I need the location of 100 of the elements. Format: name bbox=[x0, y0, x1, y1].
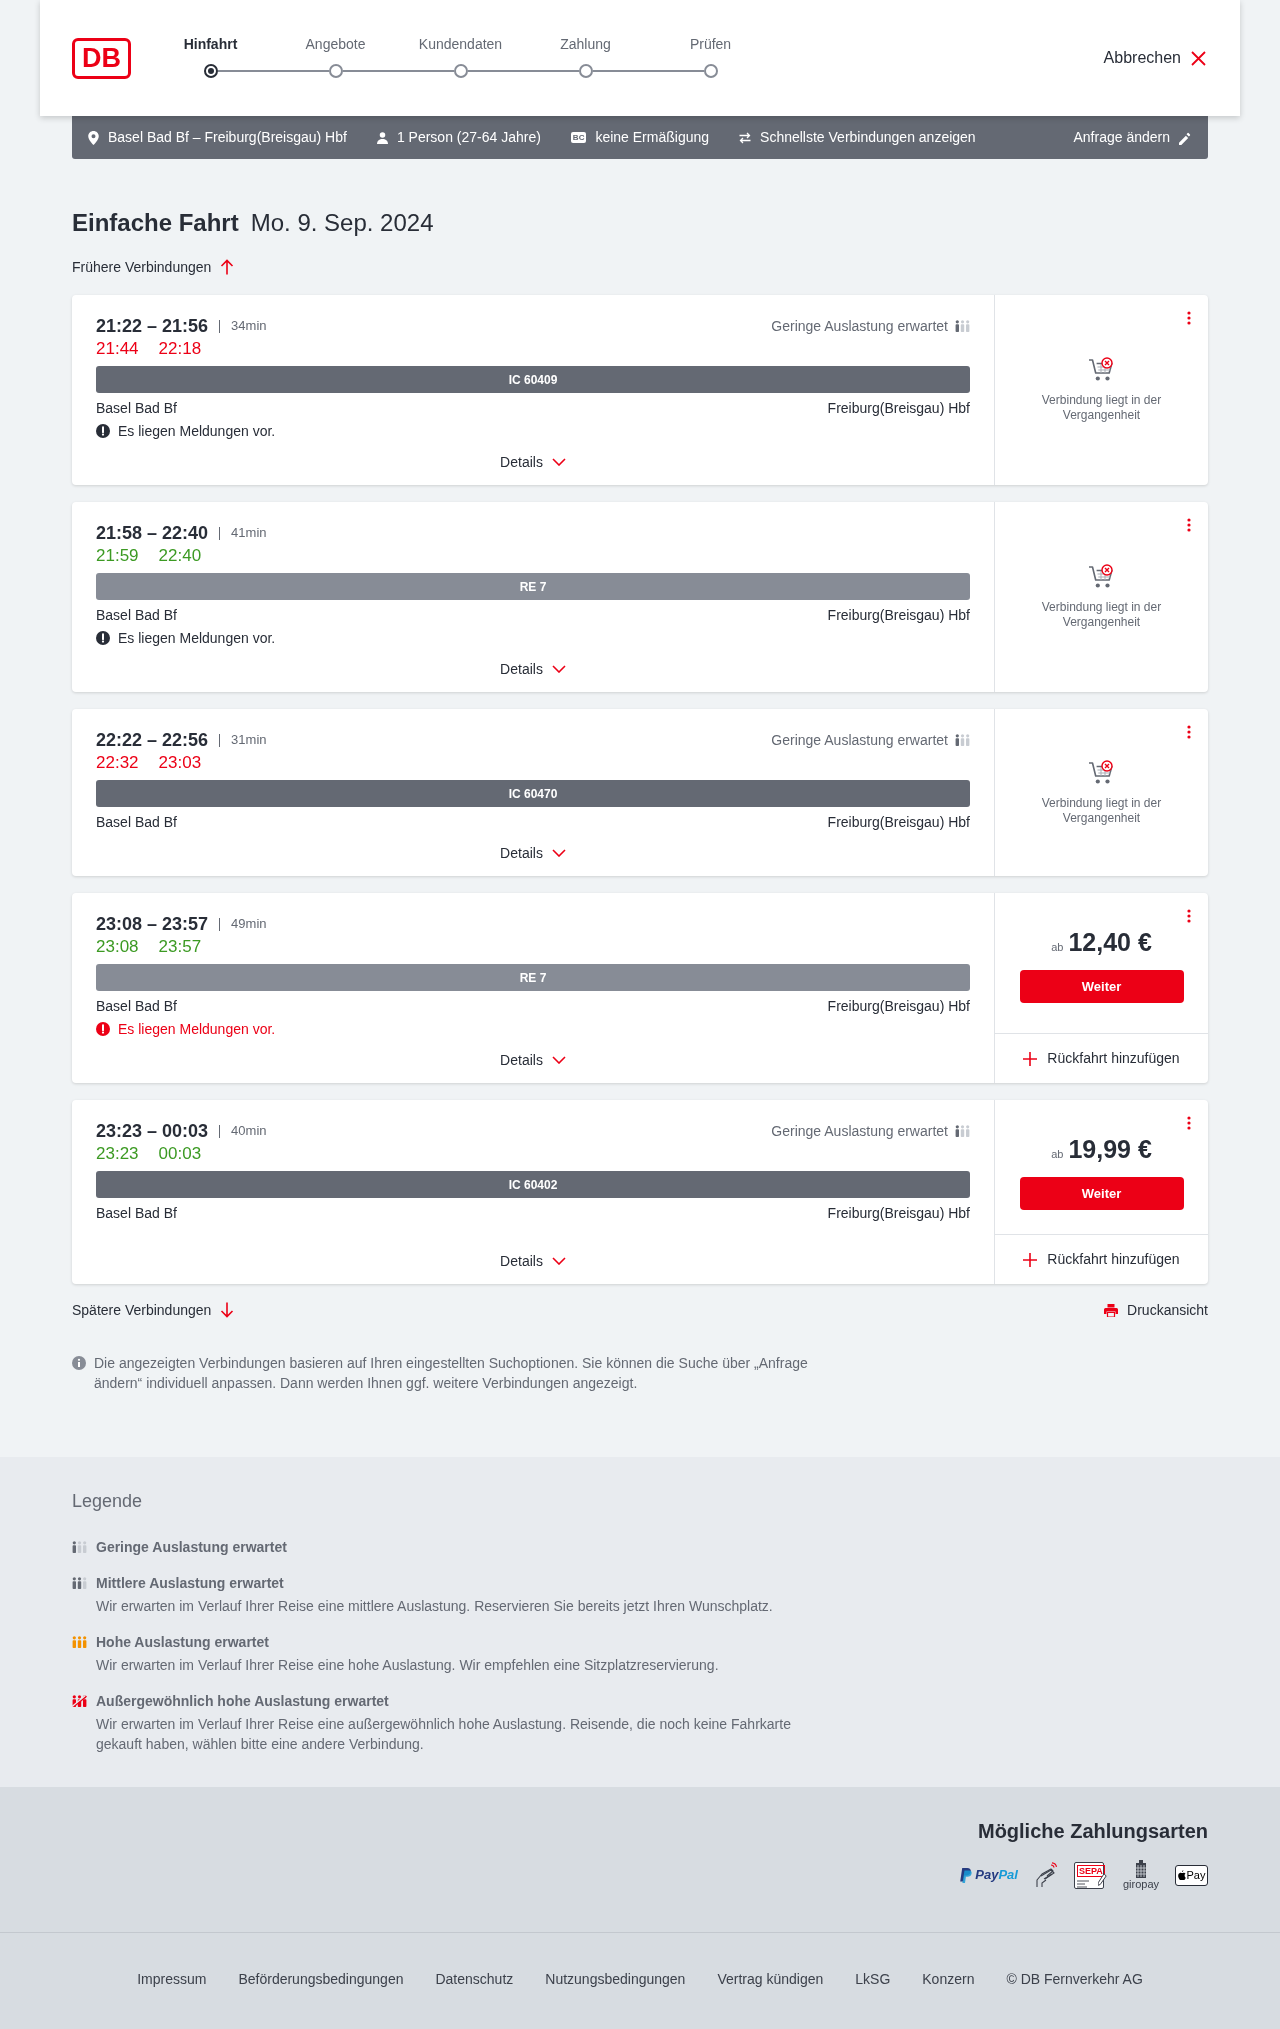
later-connections-button[interactable]: Spätere Verbindungen bbox=[72, 1298, 235, 1322]
chevron-down-icon bbox=[551, 1056, 566, 1064]
origin-station: Basel Bad Bf bbox=[96, 399, 177, 418]
origin-station: Basel Bad Bf bbox=[96, 997, 177, 1016]
footer-link[interactable]: Datenschutz bbox=[435, 1969, 514, 1989]
notice-text: Es liegen Meldungen vor. bbox=[118, 1020, 276, 1039]
plus-icon bbox=[1023, 1252, 1038, 1267]
plus-icon bbox=[1023, 1051, 1038, 1066]
route-label: Basel Bad Bf – Freiburg(Breisgau) Hbf bbox=[108, 128, 347, 147]
realtime-time: 22:40 bbox=[158, 545, 202, 567]
chevron-down-icon bbox=[551, 458, 566, 466]
details-button[interactable]: Details bbox=[500, 658, 566, 680]
footer-link[interactable]: Beförderungsbedingungen bbox=[238, 1969, 404, 1989]
realtime-time: 21:44 bbox=[96, 338, 139, 360]
payment-title: Mögliche Zahlungsarten bbox=[977, 1819, 1208, 1844]
details-button[interactable]: Details bbox=[500, 842, 566, 864]
trip-duration: 49min bbox=[231, 915, 267, 933]
continue-button[interactable]: Weiter bbox=[1019, 1177, 1184, 1210]
details-button[interactable]: Details bbox=[500, 1049, 566, 1071]
occupancy-icon bbox=[72, 1636, 87, 1648]
occupancy-icon bbox=[72, 1577, 87, 1589]
destination-station: Freiburg(Breisgau) Hbf bbox=[827, 399, 970, 418]
cart-unavailable-icon bbox=[1087, 759, 1116, 786]
occupancy-label: Geringe Auslastung erwartet bbox=[771, 1122, 948, 1141]
details-button[interactable]: Details bbox=[500, 451, 566, 473]
past-connection-text: Verbindung liegt in der Vergangenheit bbox=[1040, 600, 1163, 630]
close-icon bbox=[1191, 50, 1206, 66]
add-return-button[interactable]: Rückfahrt hinzufügen bbox=[995, 1234, 1208, 1284]
scheduled-times: 21:22 – 21:56 bbox=[96, 315, 209, 338]
occupancy-icon bbox=[72, 1695, 87, 1707]
step-label: Kundendaten bbox=[418, 35, 503, 54]
paypal-p-icon bbox=[960, 1867, 973, 1883]
legend-item-title: Außergewöhnlich hohe Auslastung erwartet bbox=[96, 1692, 389, 1711]
earlier-connections-button[interactable]: Frühere Verbindungen bbox=[72, 255, 235, 279]
notice-text: Es liegen Meldungen vor. bbox=[118, 422, 276, 441]
destination-station: Freiburg(Breisgau) Hbf bbox=[827, 997, 970, 1016]
footer-link[interactable]: Impressum bbox=[137, 1969, 207, 1989]
legend-item-description: Wir erwarten im Verlauf Ihrer Reise eine hohe Auslastung. Wir empfehlen eine Sitzplatzreservierung. bbox=[96, 1656, 720, 1675]
paypal-wordmark: PayPal bbox=[975, 1867, 1018, 1883]
realtime-time: 23:08 bbox=[96, 936, 139, 958]
more-options-icon[interactable] bbox=[1187, 311, 1191, 325]
printer-icon bbox=[1104, 1303, 1119, 1317]
origin-station: Basel Bad Bf bbox=[96, 606, 177, 625]
edit-request-button[interactable]: Anfrage ändern bbox=[1073, 127, 1192, 148]
trip-duration: 31min bbox=[231, 731, 267, 749]
print-view-button[interactable]: Druckansicht bbox=[1104, 1298, 1208, 1322]
destination-station: Freiburg(Breisgau) Hbf bbox=[827, 813, 970, 832]
arrow-down-icon bbox=[220, 1302, 235, 1318]
scheduled-times: 23:23 – 00:03 bbox=[96, 1120, 209, 1143]
train-bar: RE 7 bbox=[96, 573, 970, 600]
chevron-down-icon bbox=[551, 1257, 566, 1265]
search-option-label: Schnellste Verbindungen anzeigen bbox=[760, 128, 976, 147]
more-options-icon[interactable] bbox=[1187, 518, 1191, 532]
realtime-time: 23:23 bbox=[96, 1143, 139, 1165]
more-options-icon[interactable] bbox=[1187, 725, 1191, 739]
occupancy-icon bbox=[955, 734, 970, 746]
discount-label: keine Ermäßigung bbox=[595, 128, 710, 147]
trip-duration: 34min bbox=[231, 317, 267, 335]
info-icon bbox=[72, 1356, 86, 1370]
train-bar: IC 60409 bbox=[96, 366, 970, 393]
train-bar: RE 7 bbox=[96, 964, 970, 991]
continue-button[interactable]: Weiter bbox=[1019, 970, 1184, 1003]
legend-item-description: Wir erwarten im Verlauf Ihrer Reise eine außergewöhnlich hohe Auslastung. Reisende, die noch keine Fahrkarte gekauft haben, wählen bitte eine andere Verbindung. bbox=[96, 1715, 792, 1754]
footer-link[interactable]: LkSG bbox=[855, 1969, 891, 1989]
footer-link[interactable]: Konzern bbox=[922, 1969, 975, 1989]
giropay-label: giropay bbox=[1122, 1878, 1159, 1890]
occupancy-icon bbox=[72, 1541, 87, 1553]
occupancy-icon bbox=[955, 320, 970, 332]
location-pin-icon bbox=[88, 130, 99, 145]
scheduled-times: 22:22 – 22:56 bbox=[96, 729, 209, 752]
realtime-time: 23:57 bbox=[158, 936, 202, 958]
discount-card-badge: BC bbox=[570, 132, 587, 143]
train-bar: IC 60470 bbox=[96, 780, 970, 807]
price-prefix: ab bbox=[1051, 940, 1064, 955]
origin-station: Basel Bad Bf bbox=[96, 1204, 177, 1223]
details-button[interactable]: Details bbox=[500, 1250, 566, 1272]
step-label: Hinfahrt bbox=[183, 35, 238, 54]
step-label: Angebote bbox=[305, 35, 366, 54]
more-options-icon[interactable] bbox=[1187, 1116, 1191, 1130]
logo[interactable]: DB bbox=[72, 38, 131, 79]
add-return-button[interactable]: Rückfahrt hinzufügen bbox=[995, 1033, 1208, 1083]
cancel-button[interactable]: Abbrechen bbox=[1103, 46, 1206, 70]
legend-title: Legende bbox=[72, 1490, 144, 1513]
travel-date: Mo. 9. Sep. 2024 bbox=[250, 208, 434, 238]
occupancy-label: Geringe Auslastung erwartet bbox=[771, 317, 948, 336]
notice-text: Es liegen Meldungen vor. bbox=[118, 629, 276, 648]
trip-duration: 40min bbox=[231, 1122, 267, 1140]
price-prefix: ab bbox=[1051, 1147, 1064, 1162]
apple-icon bbox=[1177, 1870, 1186, 1880]
cart-unavailable-icon bbox=[1087, 564, 1116, 590]
trip-type-title: Einfache Fahrt bbox=[72, 208, 239, 238]
more-options-icon[interactable] bbox=[1187, 909, 1191, 923]
past-connection-text: Verbindung liegt in der Vergangenheit bbox=[1040, 795, 1163, 826]
chevron-down-icon bbox=[551, 665, 566, 673]
step-label: Zahlung bbox=[560, 35, 611, 54]
footer-link[interactable]: Nutzungsbedingungen bbox=[545, 1969, 686, 1989]
step-label: Prüfen bbox=[689, 35, 732, 54]
destination-station: Freiburg(Breisgau) Hbf bbox=[827, 1204, 970, 1223]
footer-link[interactable]: Vertrag kündigen bbox=[717, 1969, 824, 1989]
train-bar: IC 60402 bbox=[96, 1171, 970, 1198]
